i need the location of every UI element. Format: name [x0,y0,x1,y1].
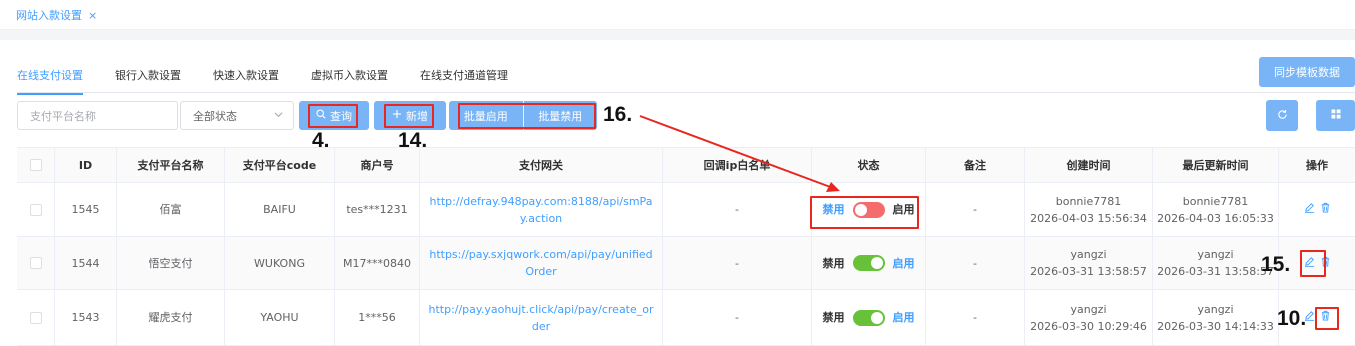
annotation-arrow [639,115,840,192]
annotation-box-delete [1315,307,1339,330]
annotation-number-delete: 10. [1277,307,1307,330]
annotation-number-edit: 15. [1261,253,1291,276]
annotation-box-edit [1300,250,1326,277]
